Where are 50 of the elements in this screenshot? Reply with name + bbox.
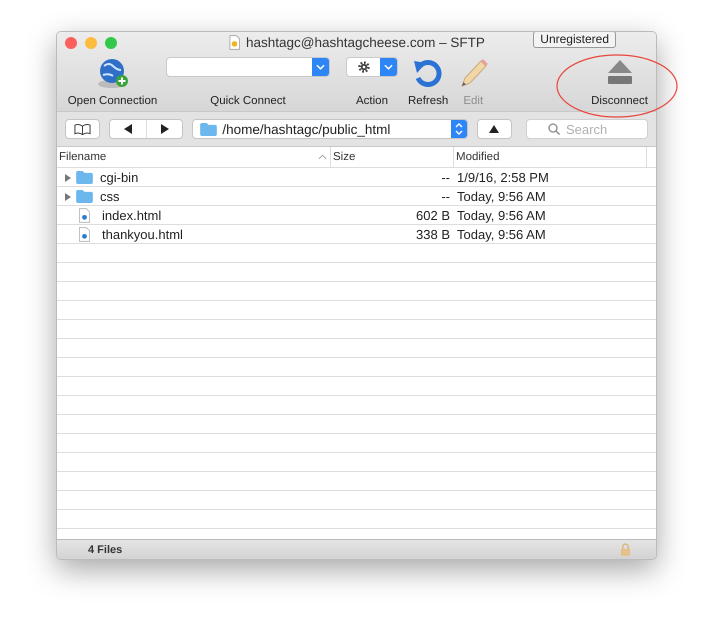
lock-icon	[620, 543, 631, 556]
file-size: 338 B	[416, 227, 450, 242]
column-header[interactable]: Size	[331, 147, 454, 167]
book-icon	[74, 123, 92, 135]
column-header[interactable]: Filename	[57, 147, 331, 167]
window-title: hashtagc@hashtagcheese.com – SFTP	[246, 35, 485, 50]
close-button[interactable]	[65, 37, 77, 49]
stepper-icon	[454, 123, 463, 135]
parent-folder-button[interactable]	[476, 119, 512, 139]
file-name[interactable]: thankyou.html	[102, 227, 183, 242]
action-menu-button[interactable]	[346, 57, 398, 77]
file-size: 602 B	[416, 208, 450, 223]
bookmarks-button[interactable]	[65, 119, 100, 139]
file-modified-date: Today, 9:56 AM	[457, 208, 546, 223]
file-size: --	[441, 189, 450, 204]
document-icon	[229, 35, 240, 50]
globe-icon	[96, 56, 130, 90]
up-arrow-icon	[489, 125, 500, 133]
quick-connect-label: Quick Connect	[210, 95, 286, 107]
disclosure-triangle-icon[interactable]	[64, 192, 72, 200]
file-size: --	[441, 170, 450, 185]
folder-icon	[76, 171, 93, 184]
refresh-button[interactable]: Refresh	[408, 56, 448, 107]
chevron-down-icon	[316, 64, 325, 70]
path-dropdown[interactable]: /home/hashtagc/public_html	[192, 119, 468, 139]
disclosure-triangle-icon[interactable]	[64, 174, 72, 182]
file-name[interactable]: cgi-bin	[100, 170, 138, 185]
file-name[interactable]: css	[100, 189, 120, 204]
file-modified-date: 1/9/16, 2:58 PM	[457, 170, 549, 185]
back-forward-control[interactable]	[109, 119, 184, 139]
sort-ascending-icon	[318, 154, 327, 160]
file-count: 4 Files	[88, 544, 122, 556]
registration-badge: Unregistered	[533, 32, 616, 48]
file-name[interactable]: index.html	[102, 208, 162, 223]
search-icon	[548, 123, 560, 135]
action-label: Action	[356, 95, 388, 107]
file-modified-date: Today, 9:56 AM	[457, 227, 546, 242]
open-connection-button[interactable]: Open Connection	[65, 56, 160, 107]
column-header[interactable]: Modified	[454, 147, 647, 167]
search-field[interactable]: Search	[526, 119, 648, 139]
html-file-icon	[79, 227, 90, 242]
back-arrow-icon	[124, 124, 132, 134]
forward-arrow-icon	[160, 124, 169, 134]
chevron-down-icon	[384, 64, 393, 70]
folder-icon	[200, 122, 218, 136]
folder-icon	[76, 190, 93, 203]
gear-icon	[357, 60, 371, 74]
quick-connect-field[interactable]	[166, 57, 330, 77]
file-modified-date: Today, 9:56 AM	[457, 189, 546, 204]
html-file-icon	[79, 208, 90, 223]
